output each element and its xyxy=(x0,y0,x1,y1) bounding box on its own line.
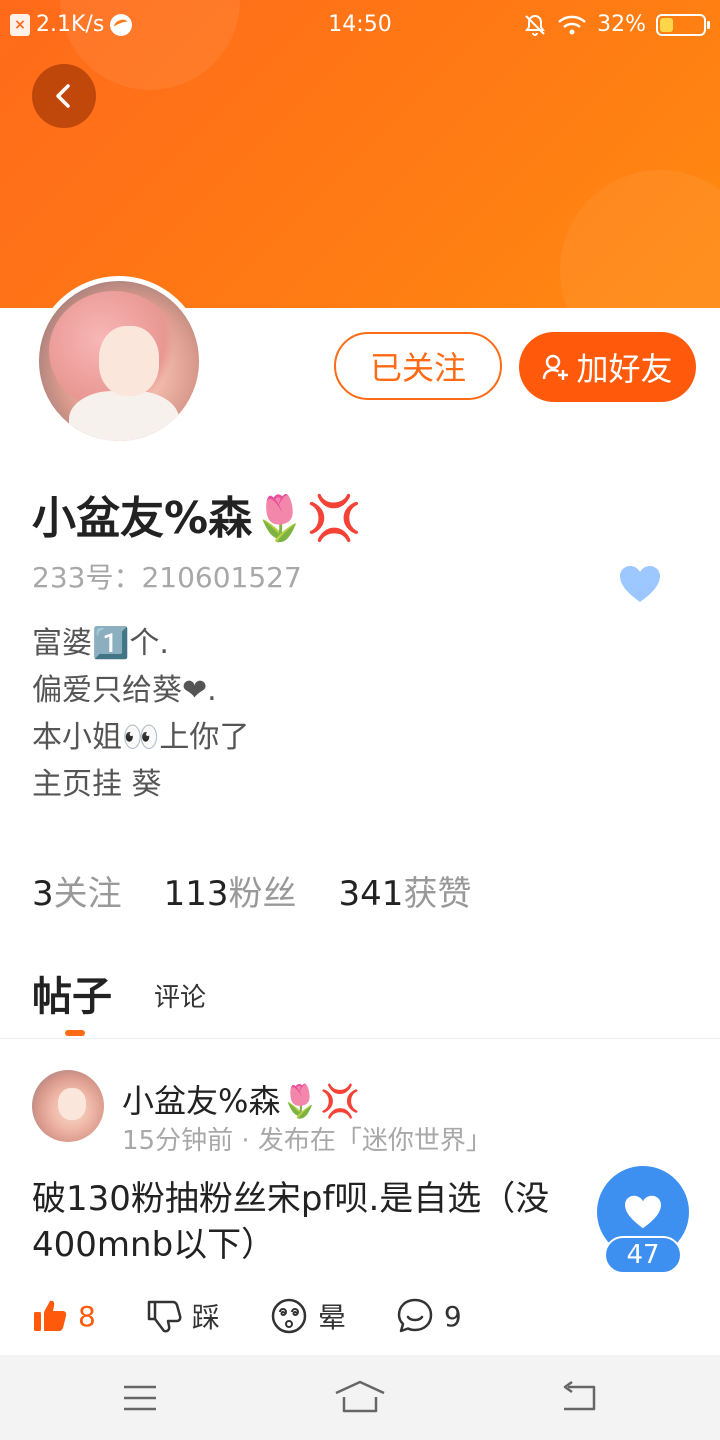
profile-avatar[interactable] xyxy=(34,276,204,446)
post-text[interactable]: 破130粉抽粉丝宋pf呗.是自选（没400mnb以下） xyxy=(32,1176,632,1268)
dizzy-face-icon xyxy=(271,1298,307,1334)
heart-icon xyxy=(625,1195,661,1229)
profile-id: 233号：210601527 xyxy=(32,561,302,594)
stat-likes[interactable]: 341获赞 xyxy=(339,866,472,915)
system-nav-bar xyxy=(0,1355,720,1440)
bio-line: 主页挂 葵 xyxy=(32,767,162,802)
profile-bio: 富婆1️⃣个. 偏爱只给葵❤. 本小姐👀上你了 主页挂 葵 xyxy=(32,620,249,808)
stat-following[interactable]: 3关注 xyxy=(32,866,122,915)
status-bar: × 2.1K/s 14:50 32% xyxy=(0,0,720,50)
add-user-icon xyxy=(543,354,569,380)
chevron-left-icon xyxy=(56,84,70,108)
back-nav-icon[interactable] xyxy=(560,1381,598,1415)
post-actions: 8 踩 晕 9 xyxy=(32,1292,512,1340)
battery-icon xyxy=(656,13,710,36)
thumbs-up-icon xyxy=(34,1300,67,1331)
profile-tabs: 帖子 评论 xyxy=(32,964,206,1036)
tab-comments[interactable]: 评论 xyxy=(154,977,206,1022)
divider xyxy=(0,1038,720,1039)
dizzy-label: 晕 xyxy=(317,1301,346,1334)
dislike-label: 踩 xyxy=(191,1301,220,1334)
followed-button[interactable]: 已关注 xyxy=(334,332,502,400)
add-friend-label: 加好友 xyxy=(576,350,673,388)
home-icon[interactable] xyxy=(334,1379,386,1415)
back-button[interactable] xyxy=(32,64,96,128)
profile-stats: 3关注 113粉丝 341获赞 xyxy=(32,866,471,915)
stat-fans[interactable]: 113粉丝 xyxy=(164,866,297,915)
heart-icon[interactable] xyxy=(618,564,662,608)
mute-bell-icon xyxy=(525,14,545,36)
like-button[interactable]: 8 xyxy=(32,1298,96,1334)
battery-percent: 32% xyxy=(597,12,646,37)
thumbs-down-icon xyxy=(147,1300,182,1333)
floating-like-count: 47 xyxy=(604,1236,682,1274)
wifi-icon xyxy=(558,15,586,34)
post-meta: 15分钟前 · 发布在「迷你世界」 xyxy=(122,1126,492,1156)
tab-posts[interactable]: 帖子 xyxy=(32,964,112,1036)
header-decoration xyxy=(560,170,720,308)
post-author-avatar[interactable] xyxy=(32,1070,104,1142)
bio-line: 本小姐👀上你了 xyxy=(32,720,250,755)
comment-button[interactable]: 9 xyxy=(396,1297,462,1335)
dizzy-button[interactable]: 晕 xyxy=(270,1296,346,1336)
like-count: 8 xyxy=(78,1299,96,1333)
bio-line: 富婆1️⃣个. xyxy=(32,626,169,661)
menu-icon[interactable] xyxy=(122,1383,158,1413)
add-friend-button[interactable]: 加好友 xyxy=(519,332,696,402)
profile-username: 小盆友%森🌷💢 xyxy=(32,493,362,544)
comment-count: 9 xyxy=(443,1299,462,1333)
comment-bubble-icon xyxy=(397,1298,433,1333)
dislike-button[interactable]: 踩 xyxy=(146,1296,220,1336)
post-author-name[interactable]: 小盆友%森🌷💢 xyxy=(122,1076,360,1122)
bio-line: 偏爱只给葵❤. xyxy=(32,673,217,708)
